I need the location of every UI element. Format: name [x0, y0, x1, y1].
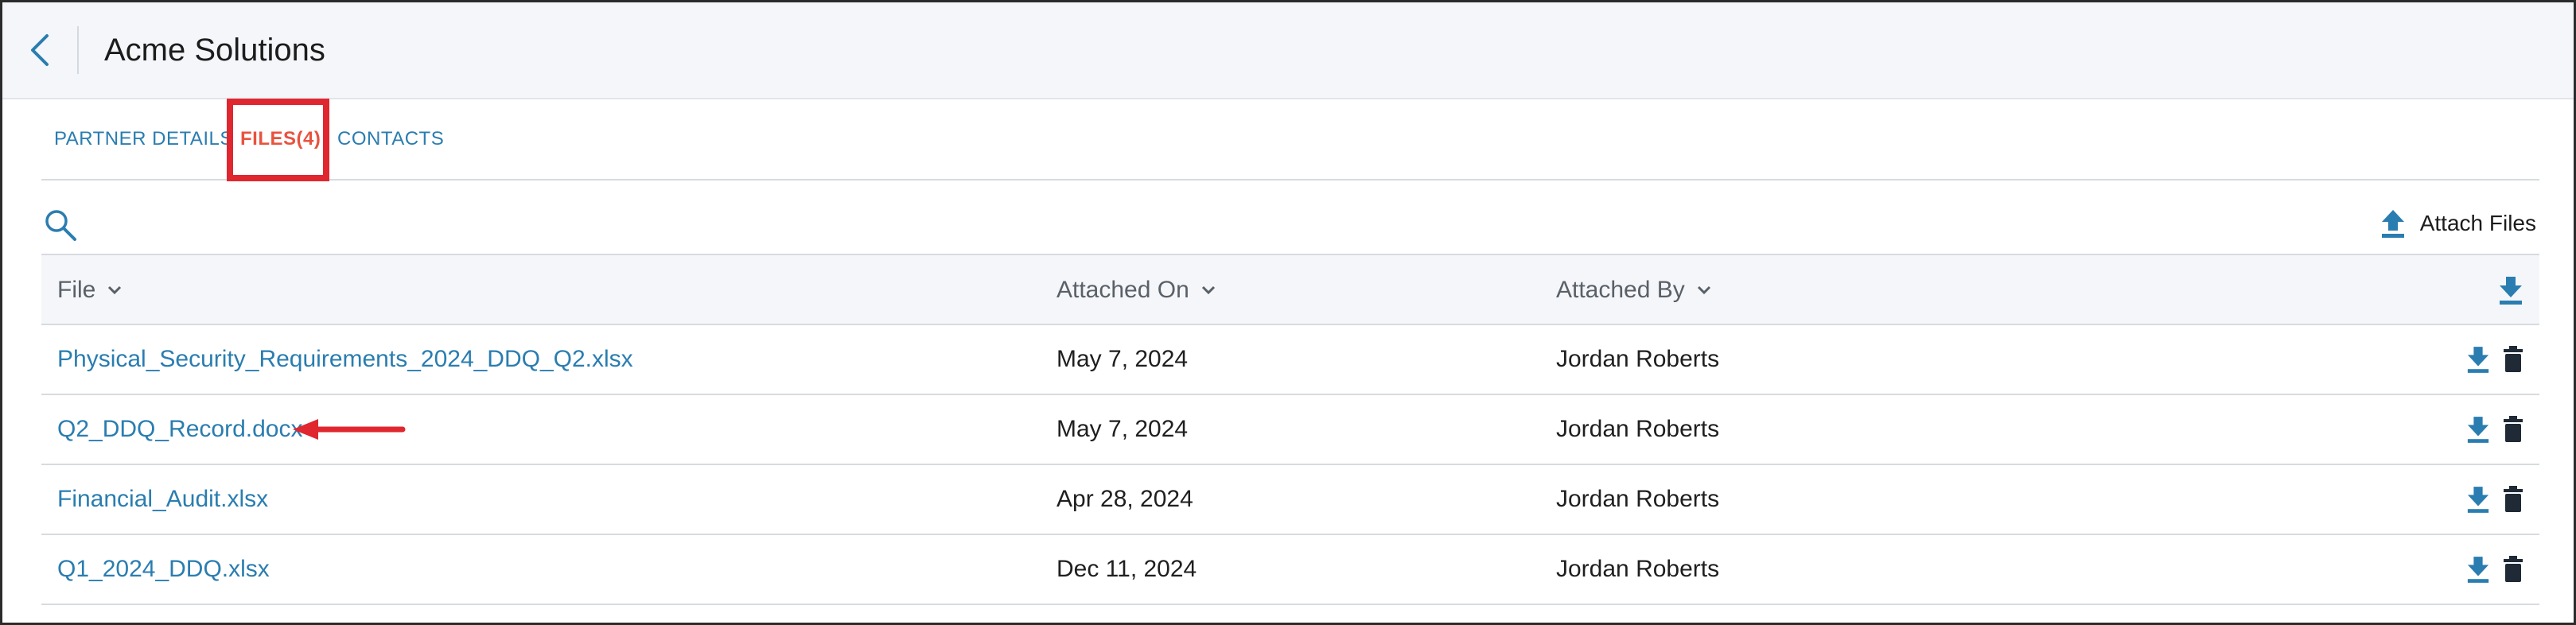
trash-icon — [2504, 556, 2523, 582]
attached-by-cell: Jordan Roberts — [1556, 556, 1720, 582]
chevron-down-icon — [1697, 285, 1710, 295]
attached-on-cell: May 7, 2024 — [1056, 416, 1189, 442]
download-file-button[interactable] — [2466, 485, 2490, 514]
delete-file-button[interactable] — [2503, 556, 2523, 583]
attached-by-cell: Jordan Roberts — [1556, 416, 1720, 442]
attached-by-cell: Jordan Roberts — [1556, 346, 1720, 372]
attached-on-cell: Dec 11, 2024 — [1056, 556, 1197, 582]
page-title: Acme Solutions — [104, 32, 325, 68]
chevron-down-icon — [1201, 285, 1215, 295]
trash-icon — [2504, 346, 2523, 372]
download-icon — [2467, 347, 2489, 373]
trash-icon — [2504, 416, 2523, 442]
column-header-attached-on[interactable]: Attached On — [1056, 255, 1216, 325]
page-header: Acme Solutions — [2, 2, 2574, 99]
file-link[interactable]: Physical_Security_Requirements_2024_DDQ_… — [57, 325, 633, 394]
attach-files-button[interactable]: Attach Files — [2380, 206, 2536, 241]
column-header-label: File — [57, 277, 96, 303]
back-button[interactable] — [2, 2, 77, 99]
delete-file-button[interactable] — [2503, 346, 2523, 373]
table-header: File Attached On Attached By — [41, 254, 2539, 325]
delete-file-button[interactable] — [2503, 486, 2523, 513]
files-table: File Attached On Attached By Physical_Se… — [41, 254, 2539, 605]
files-tab-highlight-box — [227, 99, 329, 181]
tab-partner-details[interactable]: PARTNER DETAILS — [54, 99, 233, 179]
download-all-button[interactable] — [2498, 275, 2523, 305]
download-file-button[interactable] — [2466, 345, 2490, 374]
files-toolbar: Attach Files — [41, 182, 2539, 254]
attach-files-label: Attach Files — [2419, 211, 2536, 235]
table-row: Q2_DDQ_Record.docx May 7, 2024 Jordan Ro… — [41, 395, 2539, 465]
column-header-attached-by[interactable]: Attached By — [1556, 255, 1712, 325]
file-link[interactable]: Q2_DDQ_Record.docx — [57, 395, 302, 464]
column-header-file[interactable]: File — [57, 255, 123, 325]
tab-bar: PARTNER DETAILS FILES(4) CONTACTS — [41, 99, 2539, 181]
annotation-arrow-icon — [293, 419, 406, 440]
attached-on-cell: May 7, 2024 — [1056, 346, 1189, 372]
attached-by-cell: Jordan Roberts — [1556, 486, 1720, 512]
column-header-label: Attached On — [1056, 277, 1189, 303]
download-icon — [2500, 277, 2522, 305]
file-link[interactable]: Financial_Audit.xlsx — [57, 465, 268, 534]
search-button[interactable] — [43, 208, 78, 243]
search-icon — [45, 210, 76, 241]
chevron-left-icon — [31, 34, 49, 66]
download-icon — [2467, 487, 2489, 513]
upload-icon — [2381, 210, 2404, 238]
download-icon — [2467, 557, 2489, 583]
delete-file-button[interactable] — [2503, 416, 2523, 443]
tab-contacts[interactable]: CONTACTS — [337, 99, 444, 179]
header-divider — [77, 26, 79, 74]
download-file-button[interactable] — [2466, 415, 2490, 444]
attached-on-cell: Apr 28, 2024 — [1056, 486, 1193, 512]
chevron-down-icon — [108, 285, 122, 295]
download-file-button[interactable] — [2466, 555, 2490, 584]
table-row: Financial_Audit.xlsx Apr 28, 2024 Jordan… — [41, 465, 2539, 535]
file-link[interactable]: Q1_2024_DDQ.xlsx — [57, 535, 270, 604]
download-icon — [2467, 417, 2489, 443]
table-row: Q1_2024_DDQ.xlsx Dec 11, 2024 Jordan Rob… — [41, 535, 2539, 605]
table-row: Physical_Security_Requirements_2024_DDQ_… — [41, 325, 2539, 395]
trash-icon — [2504, 486, 2523, 512]
column-header-label: Attached By — [1556, 277, 1685, 303]
